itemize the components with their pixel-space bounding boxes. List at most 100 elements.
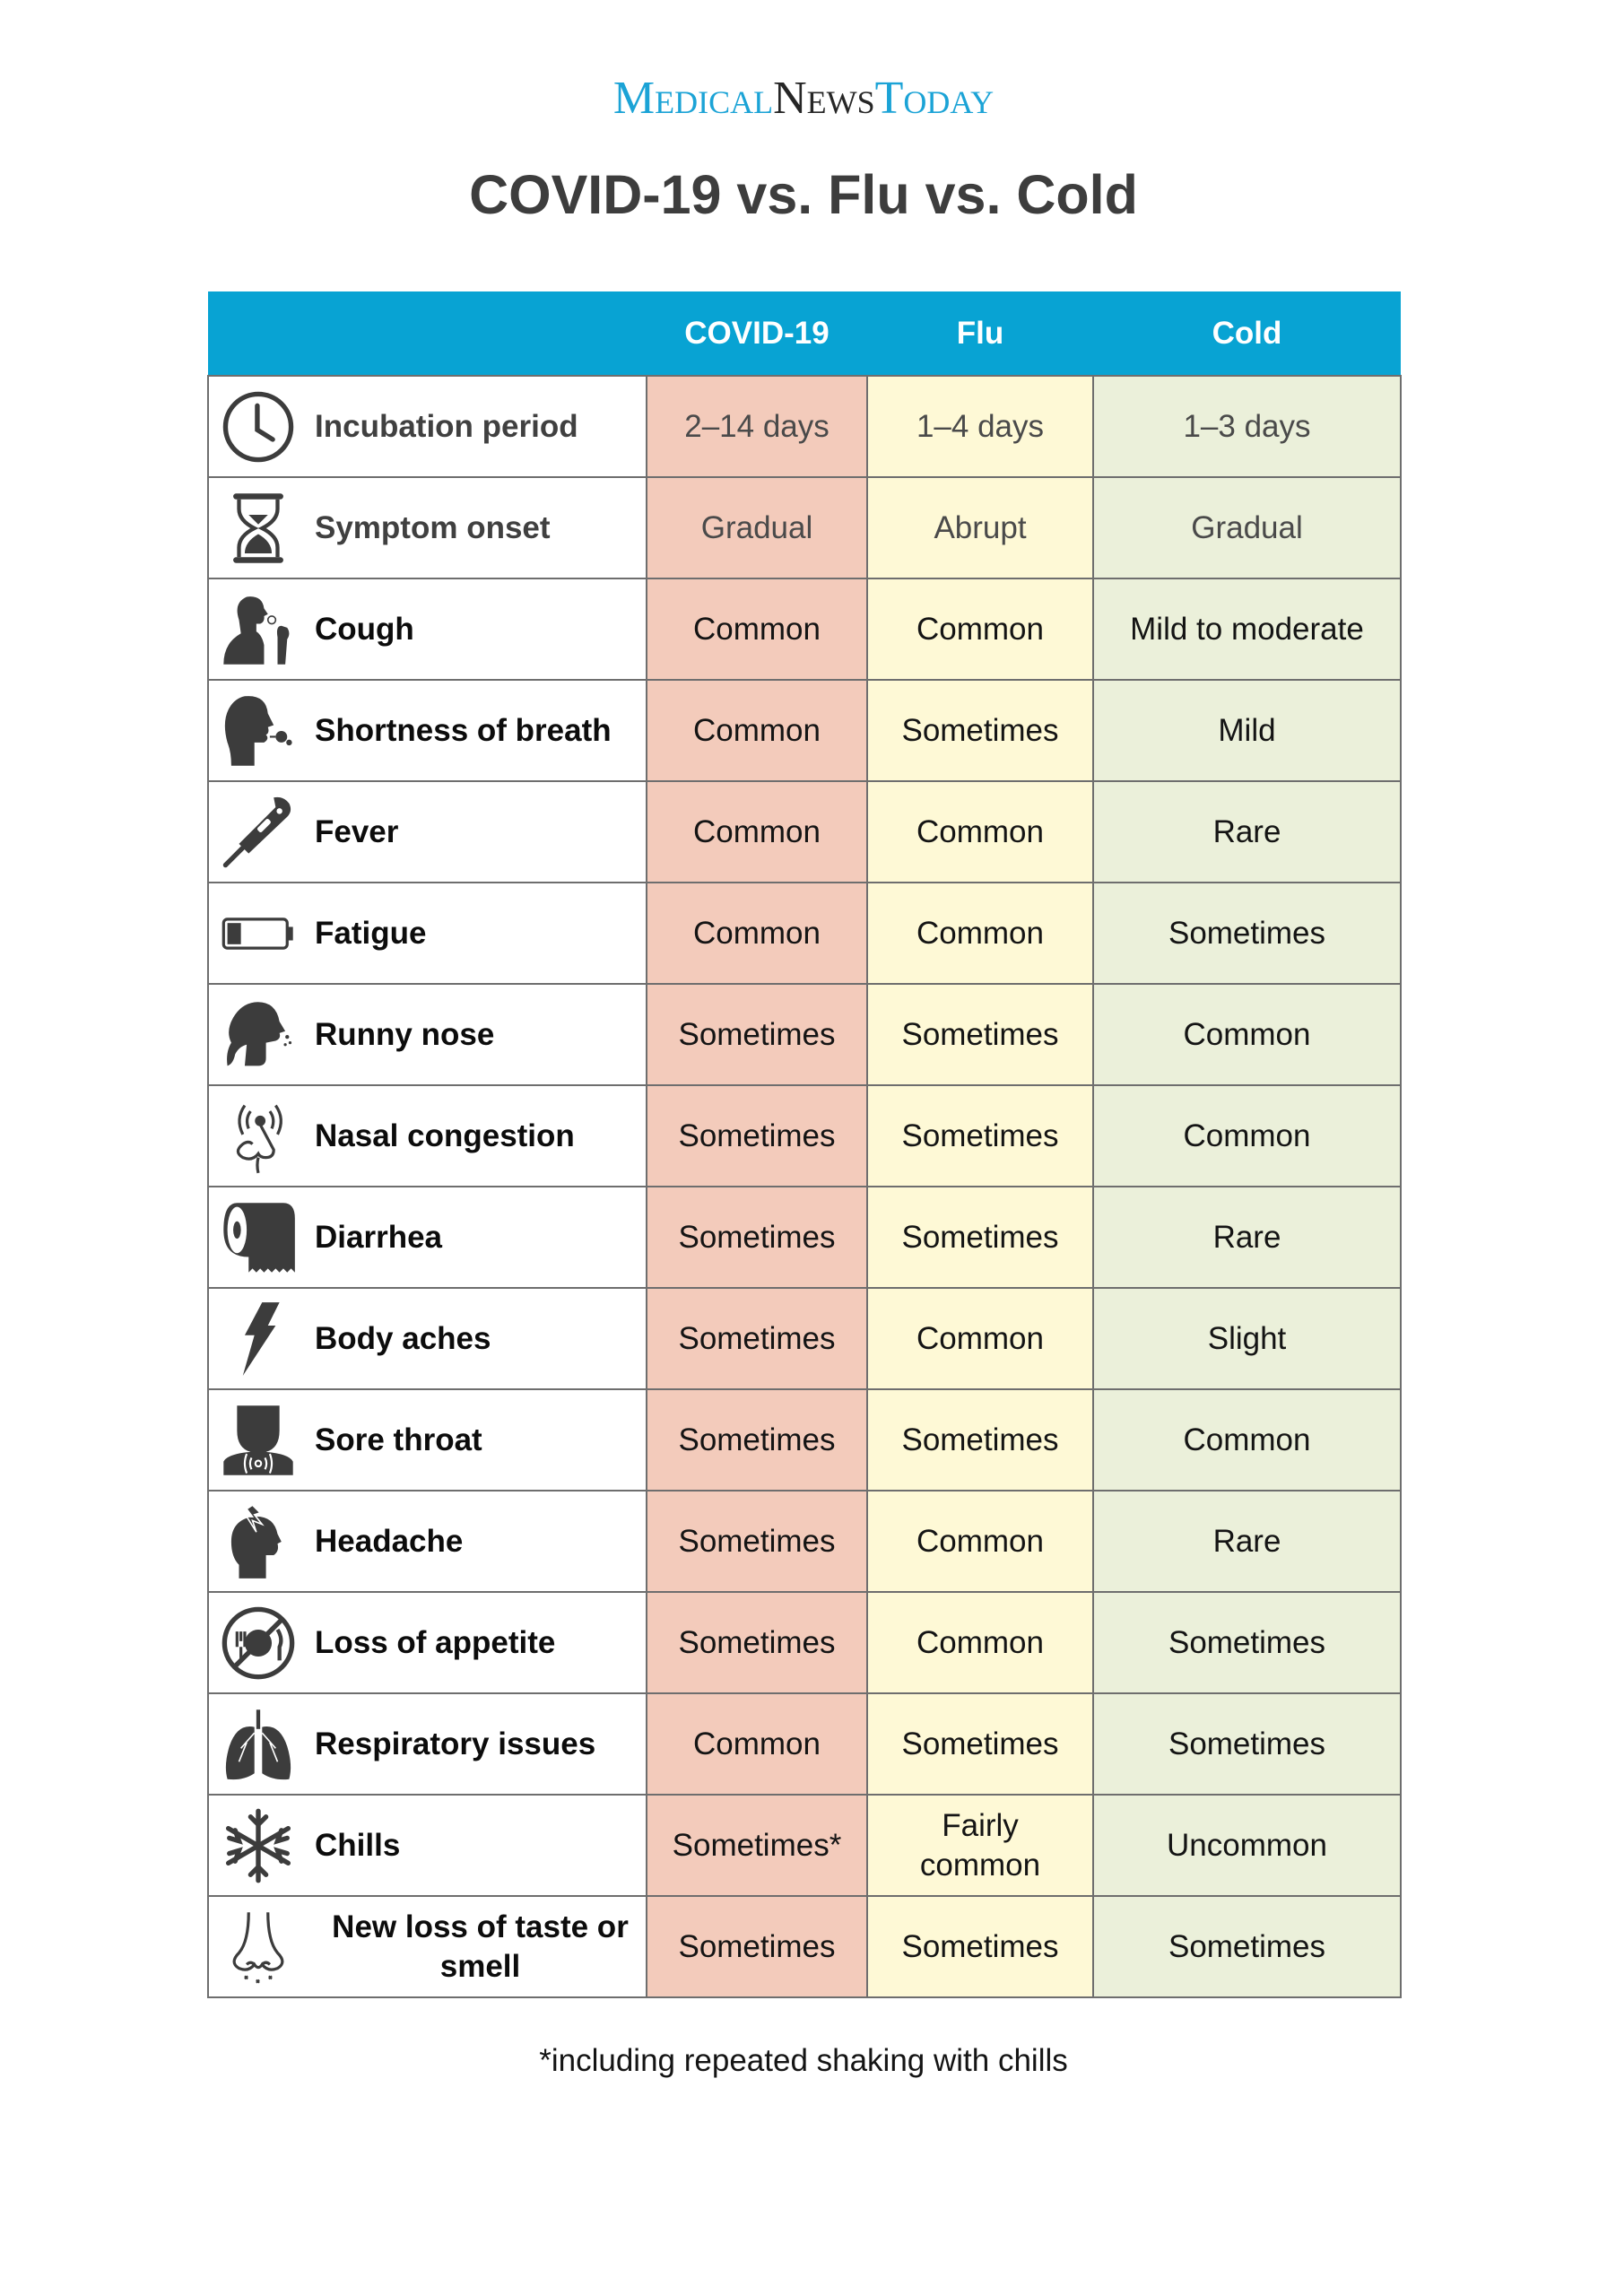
symptom-cell: Fatigue xyxy=(207,882,647,985)
covid-value: Sometimes* xyxy=(646,1794,868,1897)
symptom-label-wrap: Incubation period xyxy=(209,388,646,465)
symptom-cell: Runny nose xyxy=(207,983,647,1086)
flu-value: Sometimes xyxy=(866,1895,1094,1998)
symptom-label-wrap: Fatigue xyxy=(209,895,646,972)
symptom-cell: Respiratory issues xyxy=(207,1692,647,1796)
flu-value: Sometimes xyxy=(866,1186,1094,1289)
symptom-label-wrap: Nasal congestion xyxy=(209,1098,646,1175)
medical-news-today-logo: MedicalNewsToday xyxy=(0,74,1607,124)
cold-value: Sometimes xyxy=(1092,1692,1402,1796)
symptom-label: Respiratory issues xyxy=(315,1726,596,1761)
coughing-person-icon xyxy=(220,591,297,668)
covid-value: Common xyxy=(646,578,868,681)
covid-value: Gradual xyxy=(646,476,868,579)
snowflake-icon xyxy=(220,1807,297,1884)
covid-value: Sometimes xyxy=(646,1084,868,1187)
symptom-label: Loss of appetite xyxy=(315,1624,556,1660)
symptom-label: Fatigue xyxy=(315,915,427,951)
symptom-label-wrap: Diarrhea xyxy=(209,1199,646,1276)
symptom-cell: New loss of taste or smell xyxy=(207,1895,647,1998)
table-row: Runny nose Sometimes Sometimes Common xyxy=(207,983,1402,1086)
cold-value: Mild xyxy=(1092,679,1402,782)
logo-news: News xyxy=(773,73,875,124)
footnote: *including repeated shaking with chills xyxy=(539,2043,1068,2078)
symptom-label: Fever xyxy=(315,813,399,849)
symptom-label-wrap: Fever xyxy=(209,794,646,871)
cold-value: Common xyxy=(1092,1084,1402,1187)
symptom-label-wrap: Respiratory issues xyxy=(209,1706,646,1783)
table-row: New loss of taste or smell Sometimes Som… xyxy=(207,1895,1402,1998)
lungs-icon xyxy=(220,1706,297,1783)
flu-value: Common xyxy=(866,780,1094,883)
covid-value: Common xyxy=(646,882,868,985)
cold-value: Uncommon xyxy=(1092,1794,1402,1897)
table-row: Headache Sometimes Common Rare xyxy=(207,1490,1402,1593)
flu-value: Common xyxy=(866,578,1094,681)
covid-value: Sometimes xyxy=(646,983,868,1086)
headache-icon xyxy=(220,1503,297,1580)
cold-value: Sometimes xyxy=(1092,882,1402,985)
symptom-label-wrap: Symptom onset xyxy=(209,490,646,567)
symptom-label-wrap: Sore throat xyxy=(209,1402,646,1479)
covid-value: Sometimes xyxy=(646,1490,868,1593)
flu-value: Common xyxy=(866,1287,1094,1390)
symptom-cell: Chills xyxy=(207,1794,647,1897)
covid-value: Sometimes xyxy=(646,1287,868,1390)
cold-value: Rare xyxy=(1092,780,1402,883)
cold-value: Sometimes xyxy=(1092,1895,1402,1998)
flu-value: Fairly common xyxy=(866,1794,1094,1897)
symptom-label: Symptom onset xyxy=(315,509,551,545)
logo-medical: Medical xyxy=(612,73,774,124)
symptom-cell: Incubation period xyxy=(207,375,647,478)
flu-value: Sometimes xyxy=(866,679,1094,782)
covid-value: Common xyxy=(646,679,868,782)
symptom-label-wrap: Runny nose xyxy=(209,996,646,1074)
covid-value: Common xyxy=(646,780,868,883)
cold-value: Mild to moderate xyxy=(1092,578,1402,681)
table-row: Symptom onset Gradual Abrupt Gradual xyxy=(207,476,1402,579)
symptom-label: Shortness of breath xyxy=(315,712,612,748)
symptom-label: Incubation period xyxy=(315,408,578,444)
flu-value: Sometimes xyxy=(866,1692,1094,1796)
covid-value: Common xyxy=(646,1692,868,1796)
header-cold: Cold xyxy=(1093,291,1401,376)
flu-value: Common xyxy=(866,882,1094,985)
table-row: Incubation period 2–14 days 1–4 days 1–3… xyxy=(207,375,1402,478)
flu-value: Common xyxy=(866,1490,1094,1593)
cold-value: 1–3 days xyxy=(1092,375,1402,478)
symptom-label-wrap: Body aches xyxy=(209,1300,646,1378)
table-row: Nasal congestion Sometimes Sometimes Com… xyxy=(207,1084,1402,1187)
symptom-label: Sore throat xyxy=(315,1422,482,1457)
table-row: Body aches Sometimes Common Slight xyxy=(207,1287,1402,1390)
header-covid: COVID-19 xyxy=(647,291,867,376)
table-header-row: COVID-19 Flu Cold xyxy=(208,291,1401,376)
flu-value: Abrupt xyxy=(866,476,1094,579)
symptom-label: Nasal congestion xyxy=(315,1118,575,1153)
flu-value: Common xyxy=(866,1591,1094,1694)
breathing-head-icon xyxy=(220,692,297,770)
logo-today: Today xyxy=(874,73,995,124)
table-row: Respiratory issues Common Sometimes Some… xyxy=(207,1692,1402,1796)
symptom-label-wrap: Headache xyxy=(209,1503,646,1580)
header-symptom xyxy=(208,291,647,376)
symptom-label: Cough xyxy=(315,611,414,647)
comparison-table: COVID-19 Flu Cold Incubation period 2–14… xyxy=(207,291,1402,1998)
toilet-paper-icon xyxy=(220,1199,297,1276)
congested-nose-icon xyxy=(220,1098,297,1175)
cold-value: Sometimes xyxy=(1092,1591,1402,1694)
flu-value: Sometimes xyxy=(866,983,1094,1086)
symptom-label: Runny nose xyxy=(315,1016,495,1052)
symptom-label: New loss of taste or smell xyxy=(332,1909,629,1984)
nose-outline-icon xyxy=(220,1909,297,1986)
lightning-bolt-icon xyxy=(220,1300,297,1378)
cold-value: Gradual xyxy=(1092,476,1402,579)
symptom-label-wrap: Shortness of breath xyxy=(209,692,646,770)
clock-icon xyxy=(220,388,297,465)
symptom-label: Headache xyxy=(315,1523,464,1559)
header-flu: Flu xyxy=(867,291,1093,376)
thermometer-icon xyxy=(220,794,297,871)
covid-value: Sometimes xyxy=(646,1388,868,1492)
covid-value: Sometimes xyxy=(646,1186,868,1289)
table-row: Shortness of breath Common Sometimes Mil… xyxy=(207,679,1402,782)
cold-value: Rare xyxy=(1092,1186,1402,1289)
